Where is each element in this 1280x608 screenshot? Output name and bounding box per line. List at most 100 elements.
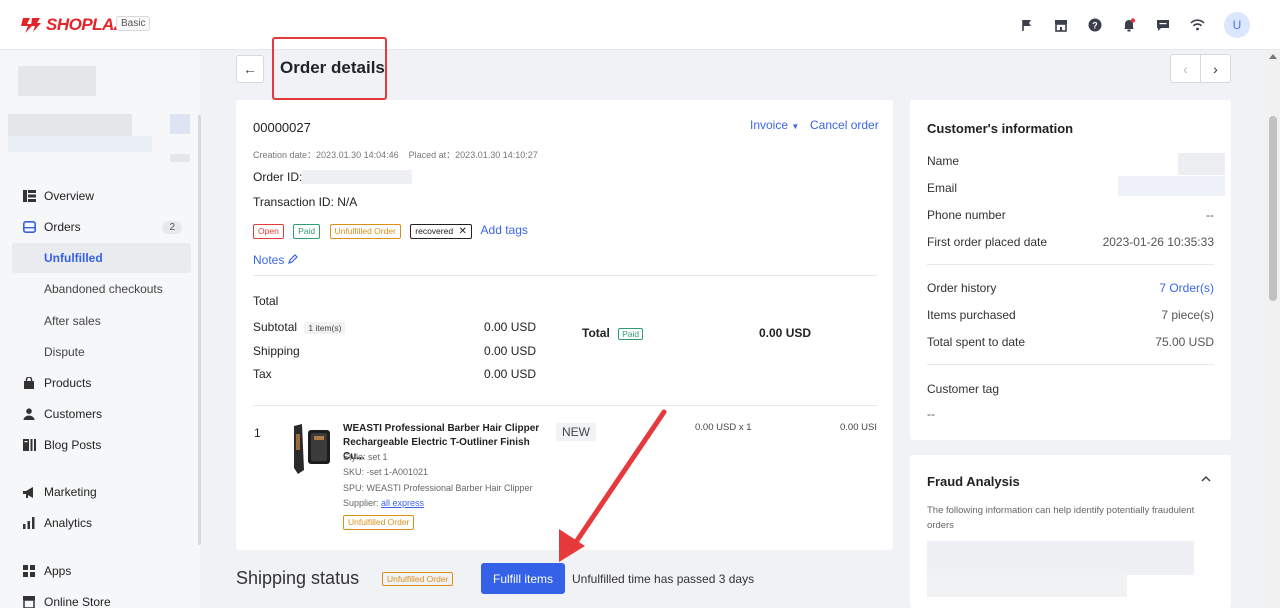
sidebar-item-products[interactable]: Products	[0, 368, 192, 398]
price-quantity: 0.00 USD x 1	[695, 422, 752, 433]
store-name-blurred	[18, 66, 96, 96]
help-icon[interactable]: ?	[1084, 13, 1106, 37]
message-icon[interactable]	[1152, 13, 1174, 37]
shipping-value: 0.00 USD	[484, 344, 537, 358]
sidebar-item-analytics[interactable]: Analytics	[0, 508, 192, 538]
orders-icon	[22, 220, 36, 234]
creation-date: 2023.01.30 14:04:46	[316, 150, 399, 160]
fulfill-items-button[interactable]: Fulfill items	[481, 563, 565, 594]
wifi-icon[interactable]	[1186, 13, 1208, 37]
cancel-order-link[interactable]: Cancel order	[810, 118, 879, 132]
order-card: 00000027 Invoice ▼ Cancel order Creation…	[236, 100, 893, 550]
customer-info-title: Customer's information	[927, 121, 1074, 136]
sidebar-item-label: Online Store	[44, 595, 111, 608]
product-style: Style: set 1	[343, 452, 388, 462]
customer-tag-label: Customer tag	[927, 382, 1000, 396]
line-total: 0.00 USI	[840, 422, 877, 433]
supplier-label: Supplier:	[343, 498, 382, 508]
sidebar-item-label: Abandoned checkouts	[44, 282, 163, 296]
flag-icon[interactable]	[1016, 13, 1038, 37]
tax-label: Tax	[253, 367, 272, 381]
next-order-button[interactable]: ›	[1201, 55, 1230, 82]
sidebar-item-marketing[interactable]: Marketing	[0, 477, 192, 507]
invoice-dropdown[interactable]: Invoice ▼	[750, 118, 799, 132]
shipping-label: Shipping	[253, 344, 300, 358]
total-spent-label: Total spent to date	[927, 335, 1026, 349]
items-purchased-value: 7 piece(s)	[1161, 308, 1214, 322]
shipping-unfulfilled-badge: Unfulfilled Order	[382, 572, 454, 586]
customer-info-card: Customer's information Name Email Phone …	[910, 100, 1231, 440]
sidebar-item-label: Unfulfilled	[44, 251, 103, 265]
store-info-blurred	[8, 114, 132, 136]
sidebar-item-apps[interactable]: Apps	[0, 556, 192, 586]
order-id-label: Order ID:	[253, 170, 303, 184]
close-icon[interactable]: ✕	[458, 226, 466, 237]
subtotal-row: Subtotal 1 item(s)	[253, 320, 346, 334]
sidebar-item-after-sales[interactable]: After sales	[0, 306, 192, 336]
phone-label: Phone number	[927, 208, 1006, 222]
chevron-right-icon: ›	[1213, 60, 1218, 77]
tax-value: 0.00 USD	[484, 367, 537, 381]
total-label: Total	[582, 326, 610, 340]
unfulfilled-time-text: Unfulfilled time has passed 3 days	[572, 572, 755, 586]
notification-icon[interactable]	[1118, 13, 1140, 37]
divider	[253, 275, 877, 276]
sidebar-item-label: Orders	[44, 220, 81, 234]
scroll-thumb[interactable]	[1269, 116, 1277, 301]
fraud-info-blurred	[927, 575, 1127, 597]
phone-value: --	[1206, 208, 1214, 222]
add-tags-link[interactable]: Add tags	[481, 223, 528, 237]
fraud-description: The following information can help ident…	[927, 505, 1195, 531]
back-button[interactable]: ←	[236, 55, 264, 83]
total-value: 0.00 USD	[759, 326, 812, 340]
sidebar-item-label: Marketing	[44, 485, 97, 499]
email-label: Email	[927, 181, 958, 195]
sidebar-item-overview[interactable]: Overview	[0, 181, 192, 211]
store-icon[interactable]	[1050, 13, 1072, 37]
blog-icon	[22, 438, 36, 452]
sidebar-item-customers[interactable]: Customers	[0, 399, 192, 429]
page-scrollbar[interactable]	[1266, 51, 1280, 608]
fraud-analysis-card: Fraud Analysis The following information…	[910, 455, 1231, 608]
sidebar-item-orders[interactable]: Orders 2	[0, 212, 192, 242]
sidebar-item-unfulfilled[interactable]: Unfulfilled	[12, 243, 191, 273]
name-label: Name	[927, 154, 960, 168]
sidebar-item-label: Overview	[44, 189, 95, 203]
products-icon	[22, 376, 36, 390]
avatar[interactable]: U	[1224, 12, 1250, 38]
top-icons: ? U	[1016, 12, 1250, 38]
overview-icon	[22, 189, 36, 203]
order-dates: Creation date：2023.01.30 14:04:46 Placed…	[253, 148, 538, 161]
svg-text:?: ?	[1092, 21, 1098, 31]
product-sku: SKU: -set 1-A001021	[343, 467, 429, 477]
order-history-link[interactable]: 7 Order(s)	[1159, 281, 1214, 295]
previous-order-button[interactable]: ‹	[1171, 55, 1201, 82]
supplier-link[interactable]: all express	[381, 498, 424, 508]
notes-button[interactable]: Notes	[253, 253, 298, 267]
sidebar-item-dispute[interactable]: Dispute	[0, 337, 192, 367]
plan-badge: Basic	[116, 16, 151, 31]
order-pager: ‹ ›	[1170, 54, 1231, 83]
logo-mark-icon	[21, 18, 41, 33]
sidebar-item-label: Dispute	[44, 345, 85, 359]
total-summary: Total Paid	[582, 326, 644, 340]
sidebar-item-label: Customers	[44, 407, 103, 421]
sidebar-scrollbar[interactable]	[198, 115, 201, 545]
transaction-id: Transaction ID: N/A	[253, 195, 358, 209]
tag-paid: Paid	[293, 224, 321, 239]
sidebar-item-online-store[interactable]: Online Store	[0, 587, 192, 608]
sidebar-item-abandoned-checkouts[interactable]: Abandoned checkouts	[0, 274, 192, 304]
order-number: 00000027	[253, 120, 311, 135]
scroll-up-arrow-icon[interactable]	[1269, 54, 1277, 59]
invoice-label: Invoice	[750, 118, 789, 132]
sidebar-item-blog-posts[interactable]: Blog Posts	[0, 430, 192, 460]
customer-tag-value: --	[927, 407, 935, 421]
title-highlight-box	[272, 37, 387, 100]
first-order-label: First order placed date	[927, 235, 1048, 249]
line-item-index: 1	[254, 426, 261, 440]
product-image[interactable]	[288, 420, 332, 476]
creation-label: Creation date：	[253, 150, 317, 160]
unfulfilled-badge: Unfulfilled Order	[343, 515, 415, 530]
sidebar-item-label: Analytics	[44, 516, 93, 530]
chevron-up-icon[interactable]	[1201, 472, 1211, 486]
